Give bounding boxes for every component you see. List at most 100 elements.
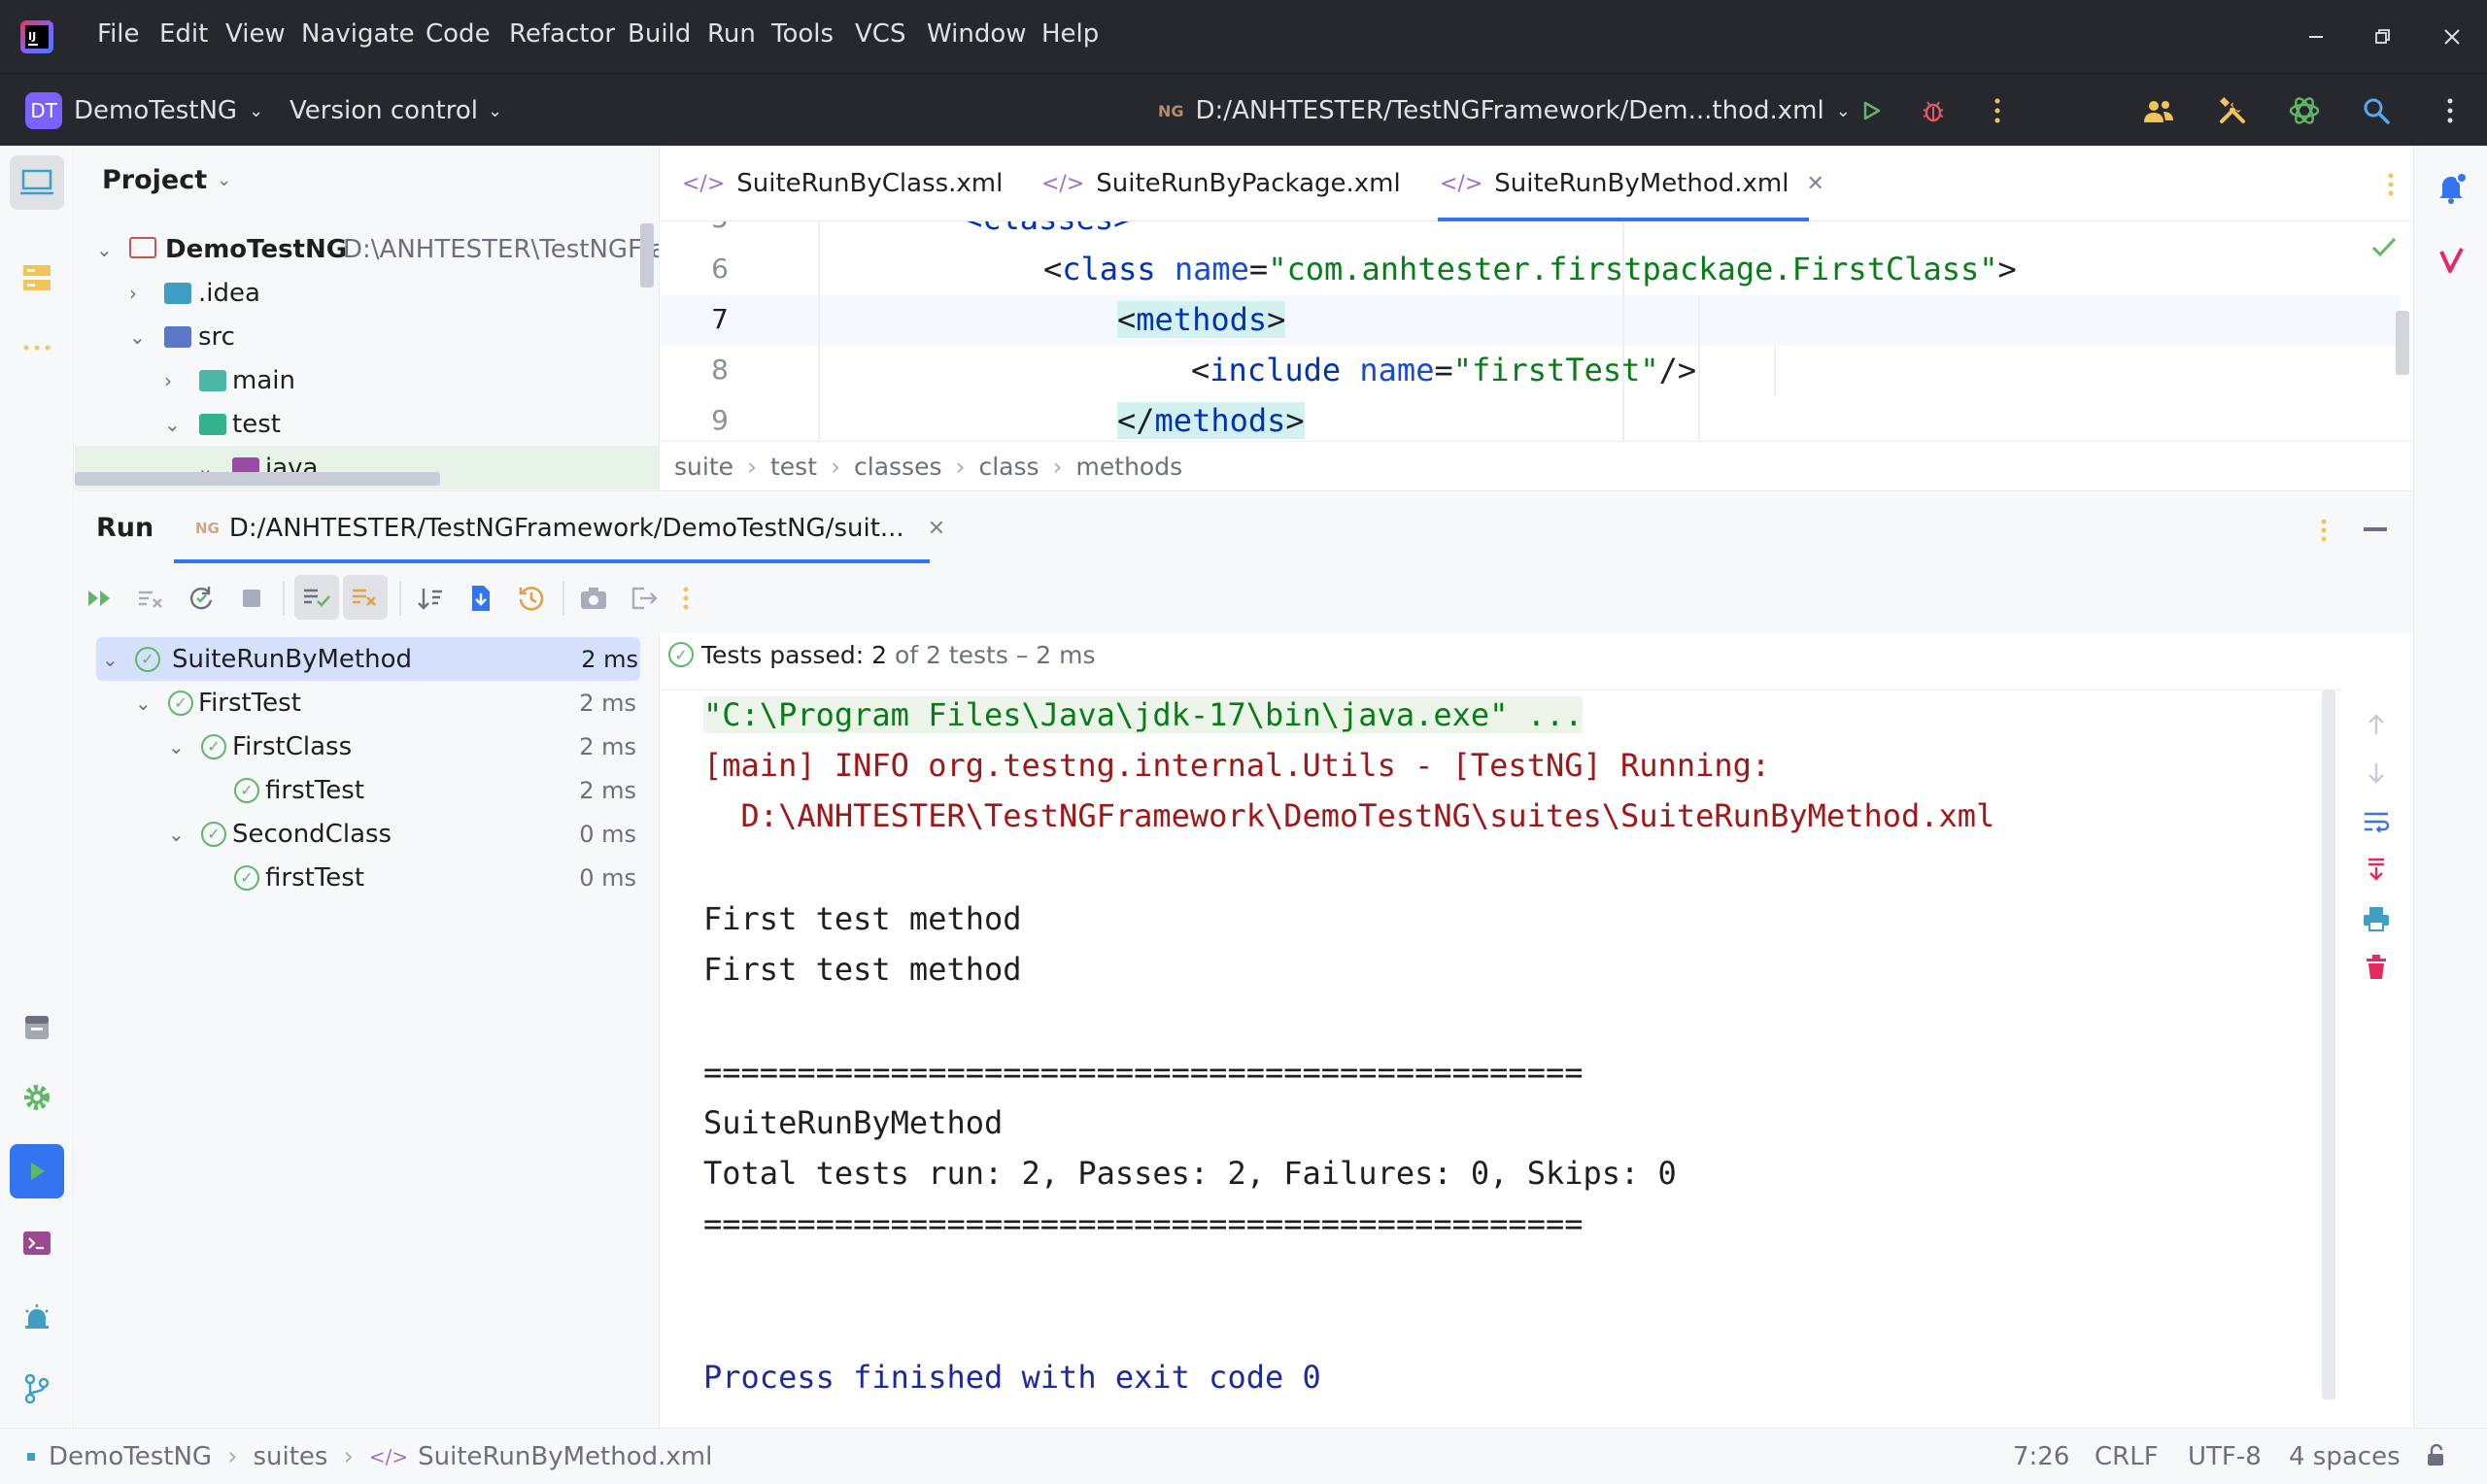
tab-actions-icon[interactable] (2376, 165, 2405, 204)
console-output[interactable]: "C:\Program Files\Java\jdk-17\bin\java.e… (661, 690, 2341, 1428)
problems-tool-icon[interactable] (10, 1290, 64, 1344)
scroll-to-end-icon[interactable] (2355, 849, 2398, 892)
tree-row-src[interactable]: ⌄ src (75, 315, 659, 358)
menu-item-view[interactable]: View (225, 19, 286, 49)
tree-row-main[interactable]: › main (75, 358, 659, 402)
project-tool-icon[interactable] (10, 155, 64, 210)
more-tools-icon[interactable] (10, 320, 64, 375)
project-switcher[interactable]: DT DemoTestNG ⌄ (25, 89, 263, 132)
vertical-scrollbar[interactable] (640, 223, 654, 287)
tree-row-root[interactable]: ⌄ DemoTestNG D:\ANHTESTER\TestNGFramewor… (75, 227, 659, 271)
menu-item-build[interactable]: Build (628, 19, 691, 49)
close-window-icon[interactable] (2433, 17, 2471, 56)
menu-item-code[interactable]: Code (426, 19, 491, 49)
up-arrow-icon[interactable] (2355, 703, 2398, 746)
intellij-logo-icon[interactable]: IJ (19, 19, 54, 54)
menu-item-file[interactable]: File (97, 19, 140, 49)
debug-icon[interactable] (1914, 91, 1953, 130)
show-passed-icon[interactable] (294, 575, 339, 620)
test-tree-row[interactable]: ⌄ ✓ FirstClass 2 ms (75, 725, 660, 768)
tree-row-idea[interactable]: › .idea (75, 271, 659, 315)
test-tree-row[interactable]: ⌄ ✓ FirstTest 2 ms (75, 681, 660, 725)
run-icon[interactable] (1852, 91, 1891, 130)
menu-item-help[interactable]: Help (1041, 19, 1099, 49)
notifications-icon[interactable] (2424, 161, 2478, 216)
ai-chat-icon[interactable] (2424, 233, 2478, 287)
rerun-icon[interactable] (79, 577, 121, 620)
restore-icon[interactable] (2363, 17, 2402, 56)
tab-suite-run-by-package[interactable]: </> SuiteRunByPackage.xml (1041, 146, 1401, 221)
git-branch-icon[interactable] (10, 1362, 64, 1416)
read-only-lock-icon[interactable] (2419, 1438, 2454, 1473)
more-actions-icon[interactable] (1978, 91, 2017, 130)
file-encoding[interactable]: UTF-8 (2188, 1442, 2262, 1471)
test-tree-row[interactable]: ⌄ ✓ SecondClass 0 ms (75, 812, 660, 856)
status-path-item[interactable]: SuiteRunByMethod.xml (418, 1442, 712, 1471)
settings-gear-icon[interactable] (10, 1070, 64, 1125)
sort-icon[interactable] (409, 577, 452, 620)
run-toolbar-more-icon[interactable] (671, 577, 700, 620)
soft-wrap-icon[interactable] (2355, 800, 2398, 843)
menu-item-vcs[interactable]: VCS (855, 19, 905, 49)
search-icon[interactable] (2355, 91, 2398, 130)
minimize-icon[interactable] (2297, 17, 2335, 56)
caret-position[interactable]: 7:26 (2013, 1442, 2069, 1471)
indent-setting[interactable]: 4 spaces (2289, 1442, 2401, 1471)
export-icon[interactable] (623, 577, 665, 620)
run-panel-options-icon[interactable] (2309, 511, 2338, 550)
breadcrumb-item[interactable]: class (978, 453, 1039, 481)
code-text: <methods> (1117, 301, 1286, 338)
tab-suite-run-by-class[interactable]: </> SuiteRunByClass.xml (682, 146, 1003, 221)
close-tab-icon[interactable]: ✕ (1806, 172, 1823, 196)
settings-menu-icon[interactable] (2431, 91, 2470, 130)
code-token: name (1174, 251, 1249, 287)
run-config-selector[interactable]: NG D:/ANHTESTER/TestNGFramework/Dem...th… (1158, 89, 1851, 132)
menu-item-tools[interactable]: Tools (771, 19, 834, 49)
ai-assistant-icon[interactable] (2283, 91, 2326, 130)
menu-item-window[interactable]: Window (927, 19, 1027, 49)
import-tests-icon[interactable] (460, 577, 502, 620)
vcs-switcher[interactable]: Version control ⌄ (290, 89, 502, 132)
code-with-me-icon[interactable] (2137, 91, 2180, 130)
breadcrumb-item[interactable]: methods (1076, 453, 1183, 481)
screenshot-icon[interactable] (572, 577, 615, 620)
console-vertical-scrollbar[interactable] (2322, 691, 2335, 1400)
test-tree-row[interactable]: ✓ firstTest 2 ms (75, 768, 660, 812)
menu-item-edit[interactable]: Edit (159, 19, 208, 49)
menu-item-refactor[interactable]: Refactor (509, 19, 615, 49)
breadcrumb-item[interactable]: classes (854, 453, 941, 481)
tab-suite-run-by-method[interactable]: </> SuiteRunByMethod.xml ✕ (1440, 146, 1824, 221)
services-tool-icon[interactable] (10, 1000, 64, 1055)
structure-tool-icon[interactable] (10, 251, 64, 305)
horizontal-scrollbar[interactable] (75, 472, 440, 486)
terminal-tool-icon[interactable] (10, 1216, 64, 1270)
status-path-item[interactable]: DemoTestNG (49, 1442, 212, 1471)
rerun-failed-icon[interactable] (129, 577, 172, 620)
breadcrumb-item[interactable]: test (770, 453, 817, 481)
breadcrumb-item[interactable]: suite (674, 453, 733, 481)
run-tab[interactable]: NG D:/ANHTESTER/TestNGFramework/DemoTest… (195, 507, 945, 550)
clear-trash-icon[interactable] (2355, 946, 2398, 989)
code-area[interactable]: 5 <classes> 6 <class name="com.anhtester… (661, 221, 2413, 441)
hide-panel-icon[interactable] (2356, 511, 2395, 550)
tree-row-test[interactable]: ⌄ test (75, 402, 659, 446)
run-tool-icon[interactable] (10, 1144, 64, 1198)
menu-item-navigate[interactable]: Navigate (301, 19, 415, 49)
status-path-item[interactable]: suites (253, 1442, 327, 1471)
show-ignored-icon[interactable] (343, 575, 388, 620)
editor-vertical-scrollbar[interactable] (2396, 311, 2409, 375)
down-arrow-icon[interactable] (2355, 752, 2398, 794)
test-tree-row[interactable]: ✓ firstTest 0 ms (75, 856, 660, 899)
test-history-icon[interactable] (510, 577, 553, 620)
no-problems-check-icon[interactable] (2367, 229, 2402, 264)
build-tools-icon[interactable] (2211, 91, 2254, 130)
code-token: < (1117, 301, 1137, 338)
test-tree-row[interactable]: ⌄ ✓ SuiteRunByMethod 2 ms (96, 637, 640, 681)
menu-item-run[interactable]: Run (707, 19, 756, 49)
stop-icon[interactable] (230, 577, 273, 620)
toggle-auto-test-icon[interactable] (180, 577, 222, 620)
close-tab-icon[interactable]: ✕ (928, 517, 945, 541)
line-ending[interactable]: CRLF (2095, 1442, 2159, 1471)
project-panel-header[interactable]: Project ⌄ (102, 165, 231, 195)
print-icon[interactable] (2355, 897, 2398, 940)
